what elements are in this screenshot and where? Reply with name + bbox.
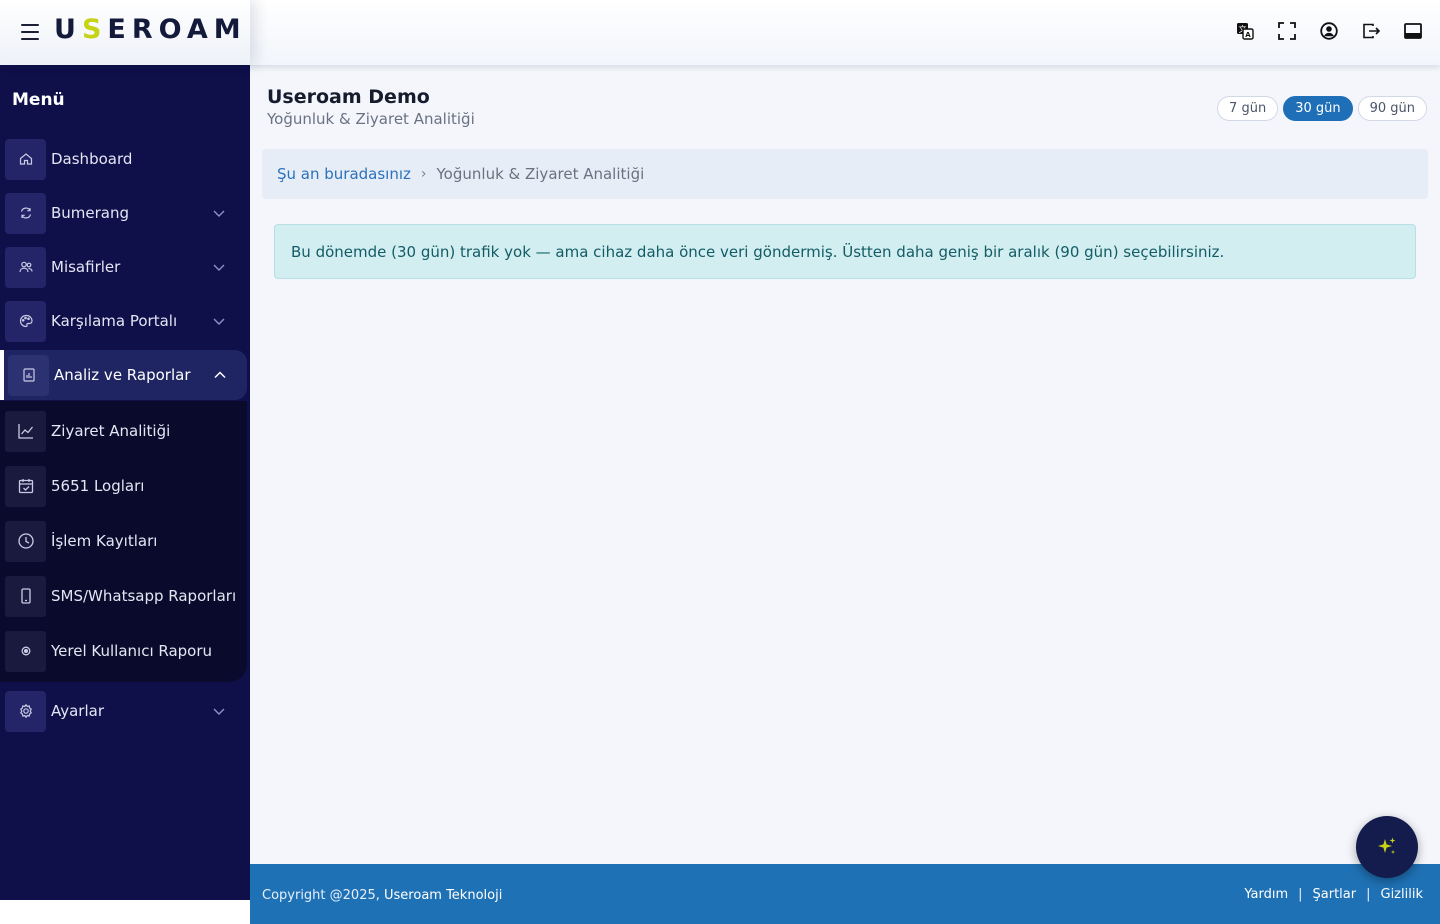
submenu-item-label: Yerel Kullanıcı Raporu <box>51 642 213 660</box>
sidebar-title: Menü <box>12 90 65 110</box>
page-subtitle: Yoğunluk & Ziyaret Analitiği <box>267 110 475 128</box>
gear-icon <box>5 690 46 732</box>
sidebar-item-karsilama-portali[interactable]: Karşılama Portalı <box>4 300 246 342</box>
copyright-text: Copyright @2025, <box>262 888 380 903</box>
page-title: Useroam Demo <box>267 86 430 108</box>
sidebar-item-label: Ayarlar <box>51 702 105 720</box>
sidebar-item-ayarlar[interactable]: Ayarlar <box>4 690 246 732</box>
breadcrumb: Şu an buradasınız › Yoğunluk & Ziyaret A… <box>262 149 1428 199</box>
breadcrumb-current: Yoğunluk & Ziyaret Analitiği <box>436 165 645 183</box>
phone-icon <box>5 575 46 617</box>
sidebar-bottom-strip <box>0 900 250 924</box>
alert-text: Bu dönemde (30 gün) trafik yok — ama cih… <box>291 242 1225 261</box>
breadcrumb-separator-icon: › <box>420 166 427 182</box>
sidebar-item-analiz-ve-raporlar[interactable]: Analiz ve Raporlar <box>0 350 247 400</box>
submenu-item-islem-kayitlari[interactable]: İşlem Kayıtları <box>5 520 245 562</box>
footer-copyright: Copyright @2025, Useroam Teknoloji <box>262 888 502 903</box>
chart-line-icon <box>5 410 46 452</box>
sidebar-item-dashboard[interactable]: Dashboard <box>4 138 246 180</box>
refresh-icon <box>5 192 46 234</box>
range-7-days-button[interactable]: 7 gün <box>1217 96 1279 121</box>
hamburger-menu-icon[interactable] <box>18 20 42 44</box>
terms-link[interactable]: Şartlar <box>1313 887 1357 902</box>
main-content: Useroam Demo Yoğunluk & Ziyaret Analitiğ… <box>250 65 1440 864</box>
footer-links: Yardım | Şartlar | Gizlilik <box>1244 887 1423 902</box>
calendar-check-icon <box>5 465 46 507</box>
submenu-item-label: İşlem Kayıtları <box>51 532 158 550</box>
users-icon <box>5 246 46 288</box>
sidebar-item-misafirler[interactable]: Misafirler <box>4 246 246 288</box>
top-toolbar: 文A <box>1234 20 1424 42</box>
sidebar-item-label: Karşılama Portalı <box>51 312 178 330</box>
report-icon <box>8 354 49 396</box>
layout-icon[interactable] <box>1402 20 1424 42</box>
submenu-item-label: 5651 Logları <box>51 477 145 495</box>
brand-area: USEROAM <box>0 0 250 65</box>
user-circle-icon[interactable] <box>1318 20 1340 42</box>
clock-icon <box>5 520 46 562</box>
sidebar-item-bumerang[interactable]: Bumerang <box>4 192 246 234</box>
palette-icon <box>5 300 46 342</box>
sidebar-item-label: Misafirler <box>51 258 121 276</box>
date-range-selector: 7 gün 30 gün 90 gün <box>1217 96 1427 121</box>
ai-assistant-button[interactable] <box>1356 816 1418 878</box>
submenu-item-label: SMS/Whatsapp Raporları <box>51 587 237 605</box>
submenu-item-5651-loglari[interactable]: 5651 Logları <box>5 465 245 507</box>
target-icon <box>5 630 46 672</box>
info-alert: Bu dönemde (30 gün) trafik yok — ama cih… <box>274 224 1416 279</box>
submenu-analiz-ve-raporlar: Ziyaret Analitiği 5651 Logları İşlem Kay… <box>0 401 247 682</box>
submenu-item-sms-whatsapp-raporlari[interactable]: SMS/Whatsapp Raporları <box>5 575 245 617</box>
privacy-link[interactable]: Gizlilik <box>1381 887 1424 902</box>
chevron-down-icon <box>213 210 225 217</box>
translate-icon[interactable]: 文A <box>1234 20 1256 42</box>
range-30-days-button[interactable]: 30 gün <box>1283 96 1353 121</box>
sidebar: Menü Dashboard Bumerang Misafirler Karşı… <box>0 65 250 900</box>
sidebar-item-label: Bumerang <box>51 204 130 222</box>
sparkle-icon <box>1378 837 1396 854</box>
home-icon <box>5 138 46 180</box>
chevron-up-icon <box>214 371 226 379</box>
range-90-days-button[interactable]: 90 gün <box>1357 96 1427 121</box>
svg-text:A: A <box>1245 31 1251 39</box>
logout-icon[interactable] <box>1360 20 1382 42</box>
sidebar-item-label: Analiz ve Raporlar <box>54 366 191 384</box>
footer-divider: | <box>1366 887 1371 902</box>
company-link[interactable]: Useroam Teknoloji <box>384 888 502 903</box>
sidebar-item-label: Dashboard <box>51 150 133 168</box>
submenu-item-yerel-kullanici-raporu[interactable]: Yerel Kullanıcı Raporu <box>5 630 245 672</box>
submenu-item-ziyaret-analitigi[interactable]: Ziyaret Analitiği <box>5 410 245 452</box>
chevron-down-icon <box>213 318 225 325</box>
submenu-item-label: Ziyaret Analitiği <box>51 422 171 440</box>
chevron-down-icon <box>213 264 225 271</box>
breadcrumb-link[interactable]: Şu an buradasınız <box>277 165 411 183</box>
top-bar: USEROAM 文A <box>0 0 1440 65</box>
footer-divider: | <box>1298 887 1303 902</box>
help-link[interactable]: Yardım <box>1244 887 1288 902</box>
logo[interactable]: USEROAM <box>54 14 247 45</box>
fullscreen-icon[interactable] <box>1276 20 1298 42</box>
chevron-down-icon <box>213 708 225 715</box>
footer: Copyright @2025, Useroam Teknoloji Yardı… <box>250 864 1440 924</box>
